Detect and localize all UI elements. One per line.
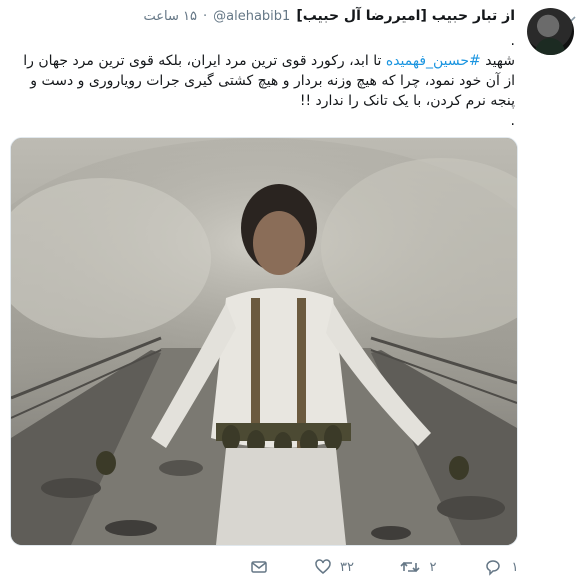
author-name[interactable]: از تبار حبیب [امیررضا آل حبیب] <box>296 8 515 24</box>
tweet: از تبار حبیب [امیررضا آل حبیب] @alehabib… <box>0 0 587 588</box>
author-handle[interactable]: @alehabib1 <box>213 9 290 24</box>
like-count: ۳۲ <box>340 559 354 575</box>
avatar[interactable] <box>527 8 574 55</box>
hashtag-link[interactable]: #حسین_فهمیده <box>386 53 481 69</box>
tweet-text-line: . <box>510 33 515 49</box>
retweet-icon <box>400 558 420 576</box>
reply-button[interactable]: ۱ <box>484 558 520 576</box>
tweet-text-prefix: شهید <box>480 53 515 69</box>
message-button[interactable] <box>250 558 268 576</box>
tweet-actions: ۱ ۲ ۳۲ <box>250 556 520 578</box>
retweet-count: ۲ <box>429 559 437 575</box>
tweet-text: . شهید #حسین_فهمیده تا ابد، رکورد قوی تر… <box>15 31 515 131</box>
retweet-button[interactable]: ۲ <box>400 558 438 576</box>
heart-icon <box>314 558 332 576</box>
tweet-timestamp[interactable]: ۱۵ ساعت <box>144 9 197 24</box>
tweet-text-paragraph: شهید #حسین_فهمیده تا ابد، رکورد قوی ترین… <box>15 51 515 111</box>
reply-icon <box>484 558 502 576</box>
photo-illustration <box>11 138 517 545</box>
envelope-icon <box>250 558 268 576</box>
reply-count: ۱ <box>511 559 519 575</box>
separator: · <box>203 9 208 24</box>
tweet-photo[interactable] <box>10 137 518 546</box>
tweet-text-line: . <box>510 113 515 129</box>
like-button[interactable]: ۳۲ <box>314 558 354 576</box>
tweet-header: از تبار حبیب [امیررضا آل حبیب] @alehabib… <box>144 8 515 30</box>
